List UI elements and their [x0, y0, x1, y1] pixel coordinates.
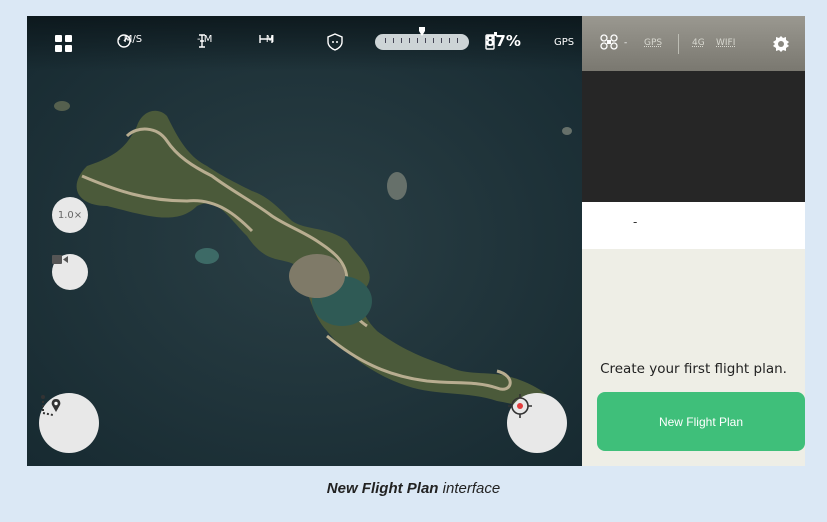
info-value: - [633, 215, 638, 229]
satellite-map[interactable]: - M/S - M - M 87% GPS 1.0× [27, 16, 582, 466]
route-pin-icon [41, 395, 61, 416]
drone-icon [600, 34, 618, 53]
zoom-button[interactable]: 1.0× [52, 197, 88, 233]
drone-status: - [624, 38, 628, 48]
speed-icon [117, 34, 131, 48]
video-camera-icon [52, 255, 68, 264]
empty-state-message: Create your first flight plan. [600, 361, 787, 377]
figure-caption: New Flight Plan interface [0, 480, 827, 497]
wifi-label: WIFI [716, 38, 736, 48]
altitude-readout: - M [197, 34, 212, 48]
distance-icon [259, 35, 273, 43]
divider [678, 34, 679, 54]
zoom-label: 1.0× [57, 209, 83, 221]
caption-bold: New Flight Plan [326, 480, 439, 497]
island-imagery [27, 16, 582, 466]
heading-pointer-icon [419, 27, 425, 36]
gps-label: GPS [554, 37, 575, 48]
camera-mode-button[interactable] [52, 254, 88, 290]
new-flight-plan-button[interactable]: New Flight Plan [597, 392, 805, 451]
caption-rest: interface [438, 480, 501, 497]
locate-crosshair-icon [508, 394, 532, 418]
speed-readout: - M/S [117, 34, 142, 48]
battery-readout: 87% [485, 32, 521, 50]
info-bar: - [582, 202, 805, 249]
altitude-icon [199, 34, 205, 48]
distance-readout: - M [259, 34, 274, 45]
heading-ruler [375, 27, 469, 50]
panel-status-bar: - GPS 4G WIFI [582, 16, 805, 71]
locate-button[interactable] [507, 393, 567, 453]
settings-gear-icon[interactable] [772, 35, 790, 56]
camera-preview[interactable] [582, 71, 805, 202]
app-screen: - M/S - M - M 87% GPS 1.0× [27, 16, 805, 466]
drone-gps-label: GPS [644, 38, 663, 48]
phone-battery-icon [485, 32, 497, 50]
route-planner-button[interactable] [39, 393, 99, 453]
top-status-bar: - M/S - M - M 87% GPS [27, 16, 582, 71]
flight-plan-panel: - GPS 4G WIFI - Create your first flight… [582, 16, 805, 466]
network-4g-label: 4G [692, 38, 705, 48]
